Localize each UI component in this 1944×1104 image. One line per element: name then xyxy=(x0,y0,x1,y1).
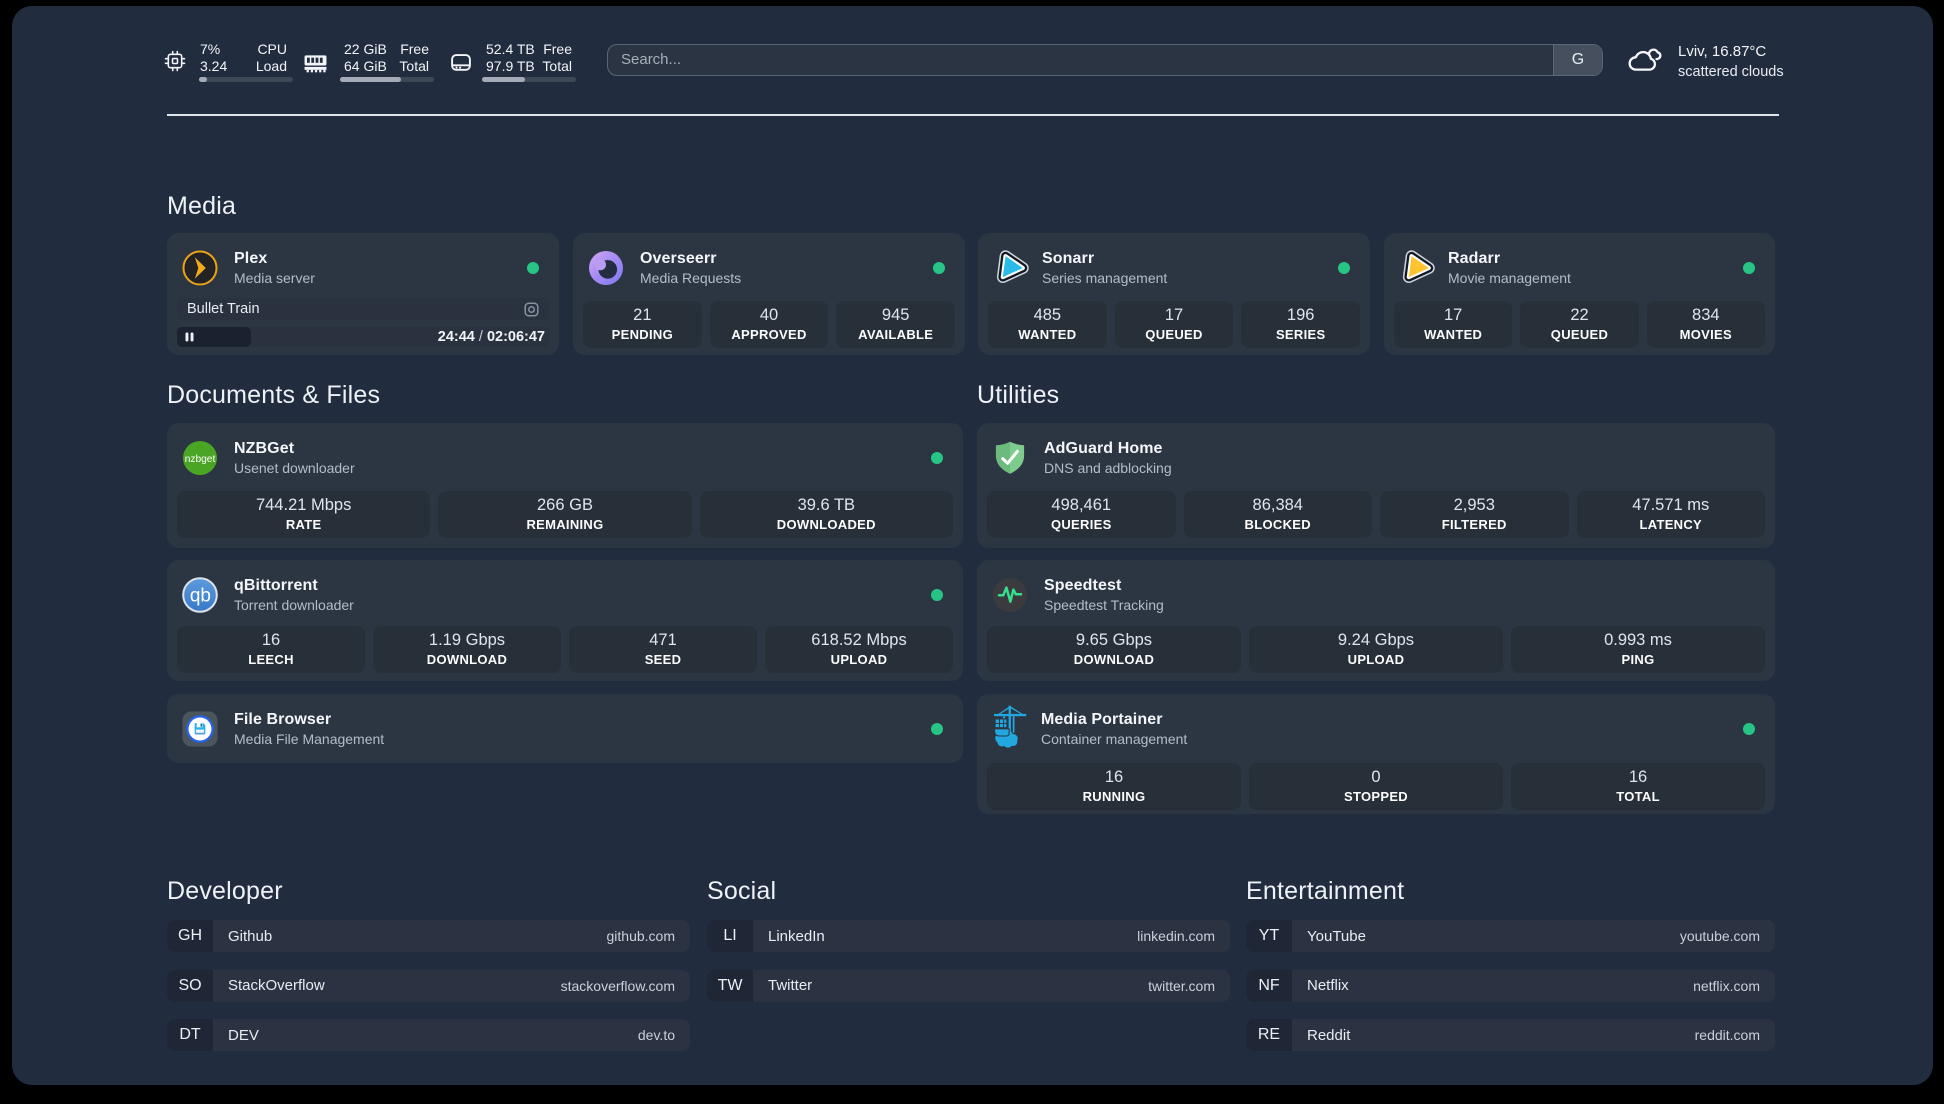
svg-text:qb: qb xyxy=(190,585,211,606)
svg-text:nzbget: nzbget xyxy=(185,453,216,464)
